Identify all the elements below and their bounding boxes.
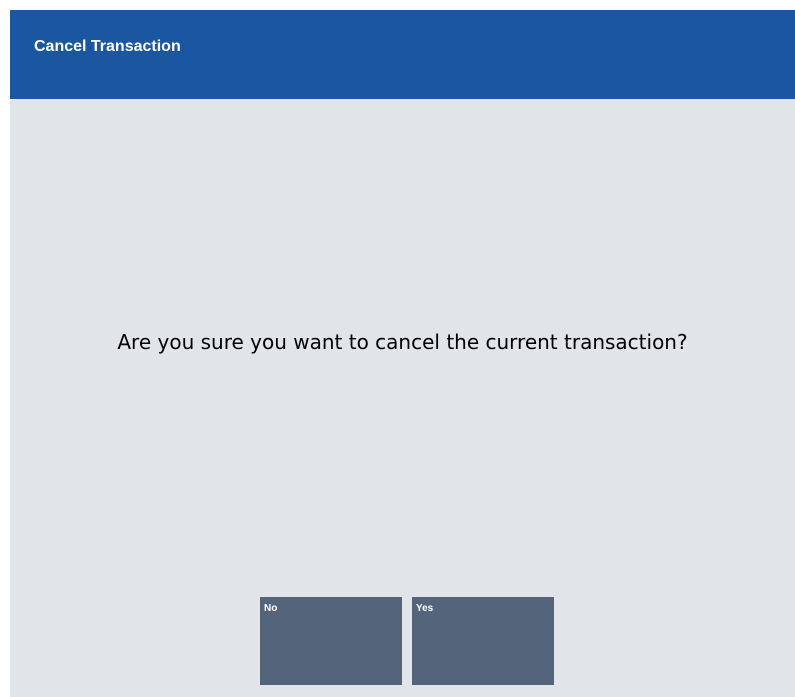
dialog-title: Cancel Transaction (34, 38, 181, 55)
yes-button-label: Yes (416, 603, 434, 614)
dialog-window: Cancel Transaction Are you sure you want… (10, 10, 795, 697)
no-button-label: No (264, 603, 278, 614)
confirmation-message: Are you sure you want to cancel the curr… (117, 330, 688, 354)
yes-button[interactable]: Yes (412, 597, 554, 685)
title-bar: Cancel Transaction (10, 10, 795, 99)
no-button[interactable]: No (260, 597, 402, 685)
confirmation-message-container: Are you sure you want to cancel the curr… (10, 328, 795, 356)
